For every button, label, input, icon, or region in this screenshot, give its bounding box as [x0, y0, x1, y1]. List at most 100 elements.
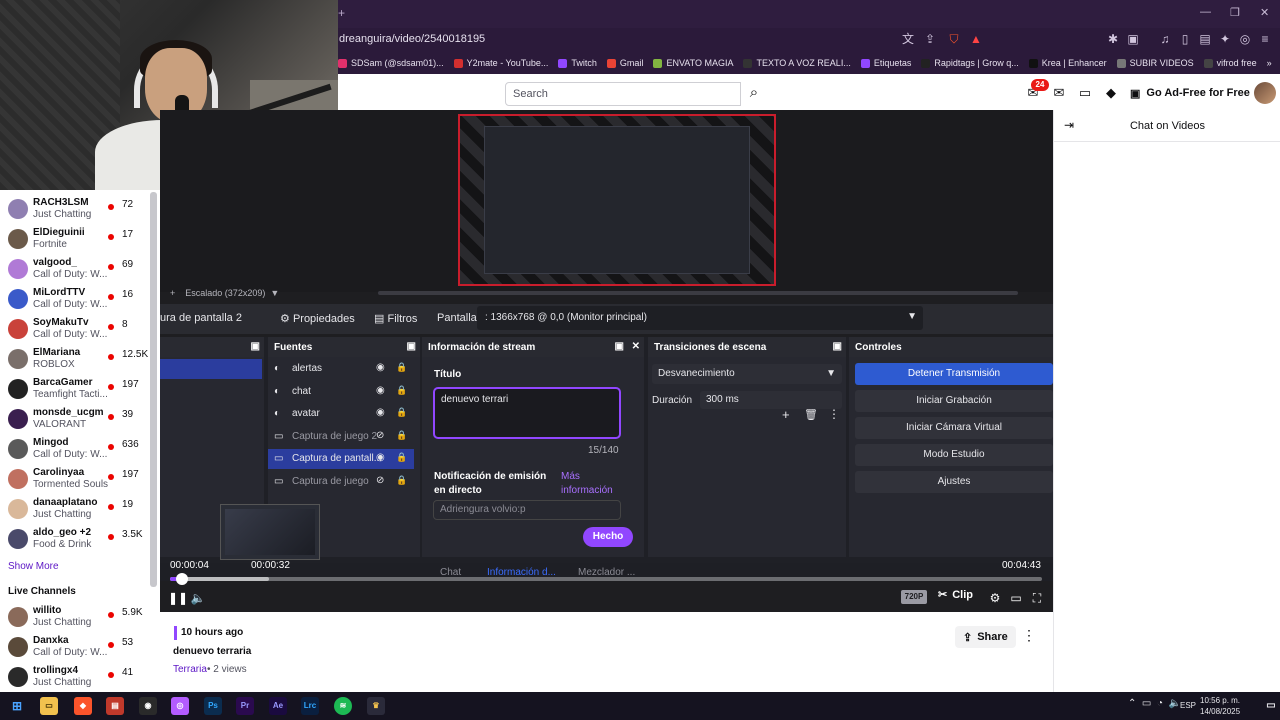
- photoshop-icon[interactable]: Ps: [204, 697, 222, 715]
- close-icon[interactable]: ✕: [1260, 6, 1269, 19]
- wallet-icon[interactable]: ▤: [1197, 30, 1213, 48]
- sidebar-channel-item[interactable]: SoyMakuTv Call of Duty: W... 8: [0, 314, 150, 344]
- bookmark-favicon-icon: [558, 58, 568, 68]
- channel-avatar: [8, 409, 28, 429]
- bookmark-item[interactable]: ENVATO MAGIA: [653, 58, 733, 68]
- sidebar-channel-item[interactable]: MiLordTTV Call of Duty: W... 16: [0, 284, 150, 314]
- sidebar-channel-item[interactable]: danaaplatano Just Chatting 19: [0, 494, 150, 524]
- bookmark-item[interactable]: SUBIR VIDEOS: [1116, 58, 1194, 68]
- more-options-icon[interactable]: ⋮: [1022, 627, 1036, 644]
- sidebar-channel-item[interactable]: ElDieguinii Fortnite 17: [0, 224, 150, 254]
- bookmarks-overflow-icon[interactable]: »: [1267, 58, 1272, 68]
- game-app-icon[interactable]: ▤: [106, 697, 124, 715]
- brave-rewards-icon[interactable]: ▲: [968, 30, 984, 48]
- channel-avatar: [8, 607, 28, 627]
- bookmark-item[interactable]: TEXTO A VOZ REALI...: [743, 58, 851, 68]
- sidebar-channel-item[interactable]: aldo_geo +2 Food & Drink 3.5K: [0, 524, 150, 554]
- volume-icon[interactable]: 🔈: [190, 590, 206, 606]
- notification-center-icon[interactable]: ▭: [1262, 697, 1280, 715]
- premiere-icon[interactable]: Pr: [236, 697, 254, 715]
- new-tab-button[interactable]: +: [338, 6, 345, 20]
- language-indicator[interactable]: ESP: [1180, 701, 1196, 710]
- channel-avatar: [8, 259, 28, 279]
- bookmark-favicon-icon: [921, 58, 931, 68]
- sidebar-icon[interactable]: ▯: [1177, 30, 1193, 48]
- minimize-icon[interactable]: —: [1200, 6, 1211, 18]
- sidebar-channel-item[interactable]: RACH3LSM Just Chatting 72: [0, 194, 150, 224]
- drops-icon[interactable]: ◆: [1101, 84, 1121, 102]
- bookmark-item[interactable]: Krea | Enhancer: [1028, 58, 1107, 68]
- preview-scrollbar: [378, 291, 1018, 295]
- pause-icon[interactable]: ❚❚: [168, 590, 188, 606]
- channel-avatar: [8, 319, 28, 339]
- screen-label: Pantalla: [437, 312, 477, 324]
- after-effects-icon[interactable]: Ae: [269, 697, 287, 715]
- sidebar-scrollbar[interactable]: [150, 192, 157, 587]
- lightroom-icon[interactable]: Lrc: [301, 697, 319, 715]
- channel-name: RACH3LSM: [33, 197, 89, 208]
- viewer-count: 5.9K: [122, 607, 143, 618]
- bookmark-item[interactable]: vifrod free: [1203, 58, 1257, 68]
- channel-avatar: [8, 529, 28, 549]
- leo-ai-icon[interactable]: ✦: [1217, 30, 1233, 48]
- clip-button[interactable]: ✂ Clip: [938, 588, 973, 602]
- search-input[interactable]: Search: [505, 82, 741, 106]
- channel-name: Danxka: [33, 635, 69, 646]
- game-link[interactable]: Terraria: [173, 664, 207, 675]
- theater-mode-icon[interactable]: ▭: [1008, 590, 1024, 606]
- activity-icon[interactable]: ▭: [1075, 84, 1095, 102]
- viewer-count: 41: [122, 667, 134, 678]
- sidebar-channel-item[interactable]: valgood_ Call of Duty: W... 69: [0, 254, 150, 284]
- file-explorer-icon[interactable]: ▭: [40, 697, 58, 715]
- sidebar-channel-item[interactable]: willito Just Chatting 5.9K: [0, 602, 150, 632]
- obs-taskbar-icon[interactable]: ◉: [139, 697, 157, 715]
- bookmark-item[interactable]: Y2mate - YouTube...: [453, 58, 548, 68]
- taskbar-clock[interactable]: 10:56 p. m. 14/08/2025: [1200, 695, 1240, 717]
- url-text[interactable]: dreanguira/video/2540018195: [339, 33, 485, 45]
- settings-gear-icon[interactable]: ⚙: [987, 590, 1003, 606]
- brave-browser-icon[interactable]: ◆: [74, 697, 92, 715]
- spotify-icon[interactable]: ≋: [334, 697, 352, 715]
- sidebar-channel-item[interactable]: Mingod Call of Duty: W... 636: [0, 434, 150, 464]
- channel-avatar: [8, 439, 28, 459]
- properties-button: ⚙ Propiedades: [280, 312, 355, 325]
- user-avatar[interactable]: [1254, 82, 1276, 104]
- seek-handle[interactable]: [176, 573, 189, 585]
- screenshot-icon[interactable]: ▣: [1125, 30, 1141, 48]
- bookmark-item[interactable]: Gmail: [606, 58, 643, 68]
- bookmark-label: SUBIR VIDEOS: [1129, 58, 1194, 68]
- media-icon[interactable]: ♫: [1157, 30, 1173, 48]
- bookmark-item[interactable]: Twitch: [558, 58, 597, 68]
- search-icon[interactable]: ⌕: [741, 82, 767, 106]
- windows-start-icon[interactable]: ⊞: [8, 697, 26, 715]
- vpn-icon[interactable]: ◎: [1237, 30, 1253, 48]
- adfree-button[interactable]: ▣ Go Ad-Free for Free: [1130, 83, 1250, 103]
- collapse-chat-icon[interactable]: ⇥: [1064, 110, 1074, 140]
- bookmark-item[interactable]: Rapidtags | Grow q...: [921, 58, 1019, 68]
- sidebar-channel-item[interactable]: trollingx4 Just Chatting 41: [0, 662, 150, 692]
- menu-icon[interactable]: ≡: [1257, 30, 1273, 48]
- bookmark-item[interactable]: Etiquetas: [860, 58, 911, 68]
- source-item: ▭ Captura de pantall... ◉ 🔒: [268, 449, 414, 469]
- sidebar-channel-item[interactable]: Carolinyaa Tormented Souls 197: [0, 464, 150, 494]
- fullscreen-icon[interactable]: ⛶: [1029, 590, 1045, 606]
- bookmark-item[interactable]: SDSam (@sdsam01)...: [338, 58, 444, 68]
- show-more-link[interactable]: Show More: [8, 561, 59, 572]
- brave-shield-icon[interactable]: ⛉: [946, 30, 962, 48]
- share-button[interactable]: ⇪ Share: [955, 626, 1016, 648]
- whispers-icon[interactable]: ✉: [1049, 84, 1069, 102]
- sidebar-channel-item[interactable]: Danxka Call of Duty: W... 53: [0, 632, 150, 662]
- maximize-icon[interactable]: ❐: [1230, 6, 1240, 19]
- extensions-icon[interactable]: ✱: [1105, 30, 1121, 48]
- lock-icon: 🔒: [396, 452, 408, 462]
- share-page-icon[interactable]: ⇪: [922, 30, 938, 48]
- sidebar-channel-item[interactable]: BarcaGamer Teamfight Tacti... 197: [0, 374, 150, 404]
- app-taskbar-icon[interactable]: ♛: [367, 697, 385, 715]
- system-tray[interactable]: ⌃ ▭ ◔ 🔈: [1128, 698, 1181, 709]
- video-player[interactable]: + Escalado (372x209) ▼ ura de pantalla 2…: [160, 110, 1053, 612]
- seek-bar[interactable]: [170, 573, 1042, 585]
- translate-icon[interactable]: 文: [900, 30, 916, 48]
- sidebar-channel-item[interactable]: ElMariana ROBLOX 12.5K: [0, 344, 150, 374]
- sidebar-channel-item[interactable]: monsde_ucgm VALORANT 39: [0, 404, 150, 434]
- creative-cloud-icon[interactable]: ◎: [171, 697, 189, 715]
